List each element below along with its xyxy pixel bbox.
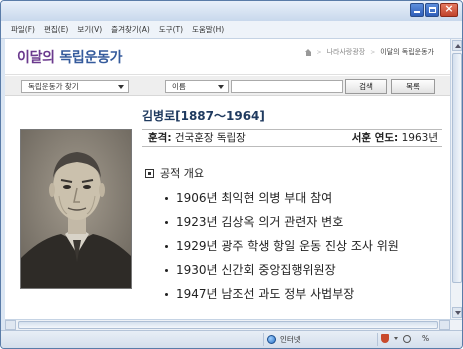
menu-tools[interactable]: 도구(T) [159,24,183,35]
award-info: 훈격: 건국훈장 독립장 [148,130,246,146]
title-bar: × [1,1,462,21]
menu-favorites[interactable]: 즐겨찾기(A) [111,24,150,35]
breadcrumb-item-plaza[interactable]: 나라사랑광장 [327,47,366,57]
vertical-scrollbar[interactable] [450,39,462,319]
zoom-icon[interactable] [403,334,411,343]
scroll-right-icon[interactable] [439,320,450,330]
merits-title-text: 공적 개요 [160,167,204,180]
category-select[interactable]: 독립운동가 찾기 [21,80,129,93]
page-header: 이달의 독립운동가 > 나라사랑광장 > 이달의 독립운동가 [5,39,450,75]
home-icon[interactable] [304,48,312,56]
breadcrumb-item-current: 이달의 독립운동가 [380,48,434,56]
search-bar: 독립운동가 찾기 이름 검색 목록 [5,76,450,96]
chevron-down-icon[interactable] [394,337,398,340]
award-value: 건국훈장 독립장 [171,132,246,144]
merits-list: 1906년 최익현 의병 부대 참여 1923년 김상옥 의거 관련자 변호 1… [165,186,399,306]
merits-section-title: 공적 개요 [145,165,204,181]
page-title-part2: 독립운동가 [54,50,123,66]
menu-file[interactable]: 파일(F) [11,24,35,35]
scroll-thumb[interactable] [452,53,462,283]
zone-label: 인터넷 [280,335,301,344]
chevron-down-icon [218,85,224,89]
menu-help[interactable]: 도움말(H) [192,24,224,35]
award-info-row: 훈격: 건국훈장 독립장 서훈 연도: 1963년 [142,129,442,147]
list-button[interactable]: 목록 [391,79,435,94]
maximize-icon[interactable] [425,3,439,17]
menu-view[interactable]: 보기(V) [77,24,102,35]
field-select[interactable]: 이름 [165,80,229,93]
search-button[interactable]: 검색 [345,79,387,94]
category-select-value: 독립운동가 찾기 [28,82,79,91]
browser-window: × 파일(F) 편집(E) 보기(V) 즐겨찾기(A) 도구(T) 도움말(H)… [0,0,463,349]
breadcrumb-separator: > [370,48,376,56]
year-info: 서훈 연도: 1963년 [352,130,438,146]
breadcrumb-separator: > [316,48,322,56]
award-label: 훈격: [148,132,172,144]
minimize-icon[interactable] [410,3,424,17]
status-divider [377,333,378,346]
globe-icon [267,335,276,344]
list-item: 1923년 김상옥 의거 관련자 변호 [165,210,399,234]
chevron-down-icon [118,85,124,89]
status-divider [263,333,264,346]
square-bullet-icon [145,168,154,178]
security-zone: 인터넷 [267,334,301,345]
page-title-part1: 이달의 [17,50,55,66]
portrait-photo [20,129,132,289]
status-bar: 인터넷 % [1,330,462,348]
shield-icon[interactable] [381,334,389,343]
scroll-left-icon[interactable] [5,320,16,330]
list-item: 1930년 신간회 중앙집행위원장 [165,258,399,282]
search-input[interactable] [231,80,343,93]
portrait-drawing [21,130,131,288]
person-name: 김병로[1887～1964] [142,109,265,123]
scroll-thumb-horizontal[interactable] [18,321,438,329]
scroll-down-icon[interactable] [452,307,462,318]
field-select-value: 이름 [172,82,186,91]
window-controls: × [410,2,458,17]
close-icon[interactable]: × [440,2,458,17]
year-label: 서훈 연도: [351,132,399,144]
breadcrumb: > 나라사랑광장 > 이달의 독립운동가 [304,47,434,57]
list-item: 1906년 최익현 의병 부대 참여 [165,186,399,210]
horizontal-scrollbar[interactable] [5,319,462,330]
list-item: 1929년 광주 학생 항일 운동 진상 조사 위원 [165,234,399,258]
zoom-level[interactable]: % [422,334,429,343]
menu-bar: 파일(F) 편집(E) 보기(V) 즐겨찾기(A) 도구(T) 도움말(H) [1,21,462,39]
menu-edit[interactable]: 편집(E) [44,24,68,35]
scroll-up-icon[interactable] [452,40,462,51]
page-title: 이달의 독립운동가 [17,47,123,67]
status-tools [381,334,411,343]
page-content: 이달의 독립운동가 > 나라사랑광장 > 이달의 독립운동가 독립운동가 찾기 … [5,39,450,319]
year-value: 1963년 [398,132,438,144]
list-item: 1947년 남조선 과도 정부 사법부장 [165,282,399,306]
